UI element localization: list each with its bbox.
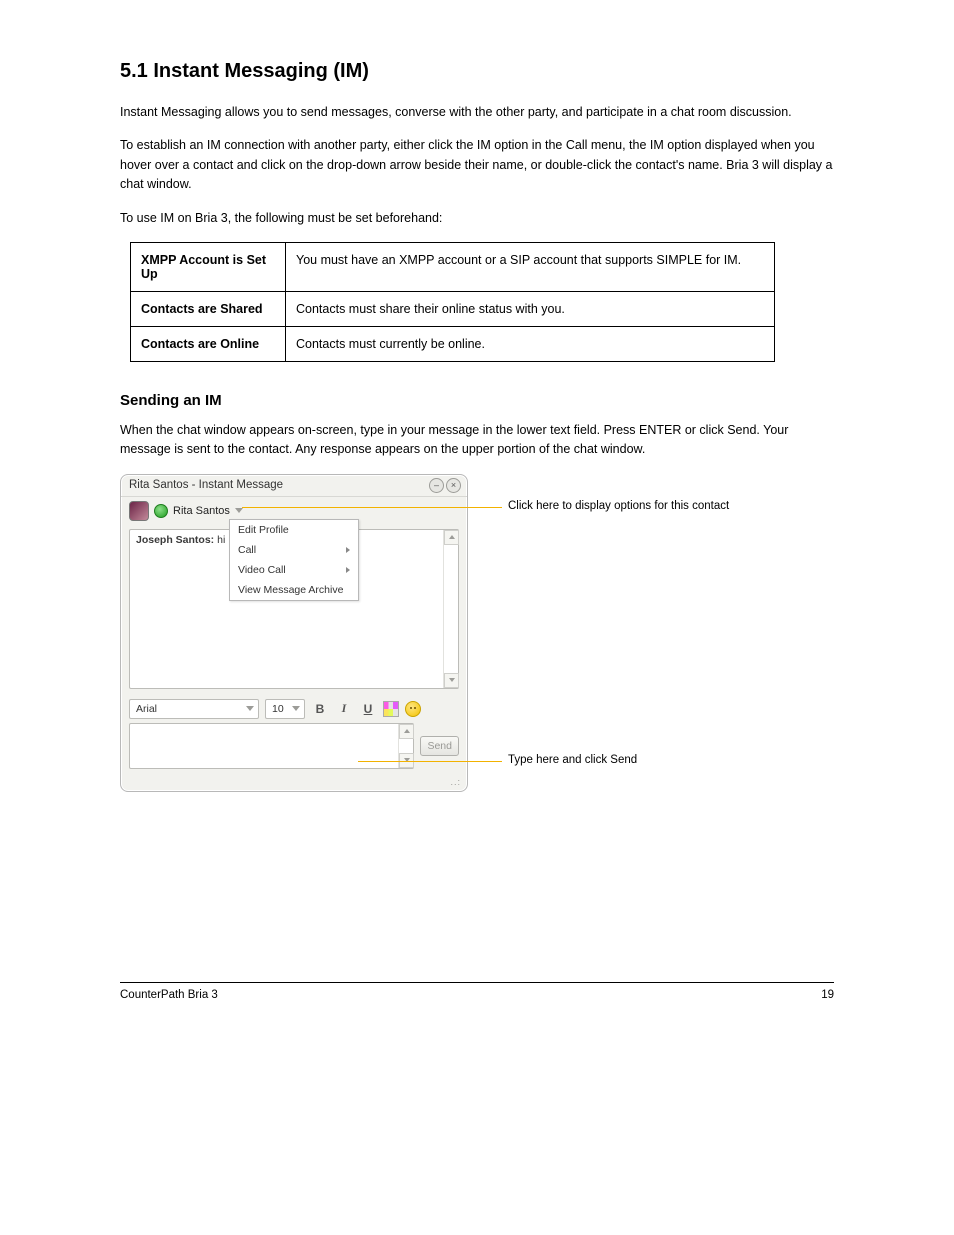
req-desc: Contacts must share their online status … (286, 291, 775, 326)
contact-menu-dropdown-icon[interactable] (235, 508, 243, 513)
footer-product: CounterPath Bria 3 (120, 989, 218, 1001)
menu-label: View Message Archive (238, 584, 343, 596)
presence-online-icon (154, 504, 168, 518)
callout-leader (358, 761, 502, 762)
message-sender: Joseph Santos: (136, 534, 214, 546)
callout-leader (242, 507, 502, 508)
im-titlebar: Rita Santos - Instant Message – × (121, 475, 467, 497)
menu-view-archive[interactable]: View Message Archive (230, 580, 358, 600)
send-button[interactable]: Send (420, 736, 459, 756)
menu-label: Video Call (238, 564, 286, 576)
im-window: Rita Santos - Instant Message – × Rita S… (120, 474, 468, 792)
italic-button[interactable]: I (335, 700, 353, 718)
section-heading: 5.1 Instant Messaging (IM) (120, 60, 834, 83)
compose-input[interactable] (129, 723, 414, 769)
scroll-down-icon[interactable] (444, 673, 459, 688)
intro-paragraph-1: Instant Messaging allows you to send mes… (120, 103, 834, 122)
table-row: Contacts are Shared Contacts must share … (131, 291, 775, 326)
text-color-button[interactable] (383, 701, 399, 717)
page-footer: CounterPath Bria 3 19 (120, 982, 834, 1001)
send-paragraph: When the chat window appears on-screen, … (120, 421, 834, 460)
font-family-select[interactable]: Arial (129, 699, 259, 719)
req-desc: You must have an XMPP account or a SIP a… (286, 242, 775, 291)
font-family-value: Arial (136, 703, 157, 715)
minimize-icon[interactable]: – (429, 478, 444, 493)
im-window-title: Rita Santos - Instant Message (129, 479, 283, 491)
menu-label: Call (238, 544, 256, 556)
callout-text: Click here to display options for this c… (508, 500, 729, 512)
table-row: Contacts are Online Contacts must curren… (131, 326, 775, 361)
submenu-arrow-icon (346, 547, 350, 553)
menu-video-call[interactable]: Video Call (230, 560, 358, 580)
bold-button[interactable]: B (311, 700, 329, 718)
font-size-value: 10 (272, 703, 284, 715)
intro-paragraph-2: To establish an IM connection with anoth… (120, 136, 834, 194)
font-size-select[interactable]: 10 (265, 699, 305, 719)
message-text: hi (217, 534, 225, 546)
menu-label: Edit Profile (238, 524, 289, 536)
table-row: XMPP Account is Set Up You must have an … (131, 242, 775, 291)
avatar (129, 501, 149, 521)
scroll-up-icon[interactable] (399, 724, 414, 739)
scroll-up-icon[interactable] (444, 530, 459, 545)
footer-page-number: 19 (821, 989, 834, 1001)
contact-dropdown-menu: Edit Profile Call Video Call View Messag… (229, 519, 359, 601)
convo-scrollbar[interactable] (443, 530, 458, 688)
req-desc: Contacts must currently be online. (286, 326, 775, 361)
underline-button[interactable]: U (359, 700, 377, 718)
req-label: Contacts are Online (131, 326, 286, 361)
emoticon-button[interactable] (405, 701, 421, 717)
menu-call[interactable]: Call (230, 540, 358, 560)
close-icon[interactable]: × (446, 478, 461, 493)
menu-edit-profile[interactable]: Edit Profile (230, 520, 358, 540)
req-label: XMPP Account is Set Up (131, 242, 286, 291)
req-label: Contacts are Shared (131, 291, 286, 326)
resize-grip-icon[interactable]: ..: (121, 777, 467, 791)
chevron-down-icon (292, 706, 300, 711)
contact-name: Rita Santos (173, 505, 230, 517)
chevron-down-icon (246, 706, 254, 711)
table-lead-in: To use IM on Bria 3, the following must … (120, 209, 834, 228)
submenu-arrow-icon (346, 567, 350, 573)
callout-text: Type here and click Send (508, 754, 637, 766)
requirements-table: XMPP Account is Set Up You must have an … (130, 242, 775, 362)
format-toolbar: Arial 10 B I U (121, 695, 467, 723)
subheading: Sending an IM (120, 392, 834, 409)
